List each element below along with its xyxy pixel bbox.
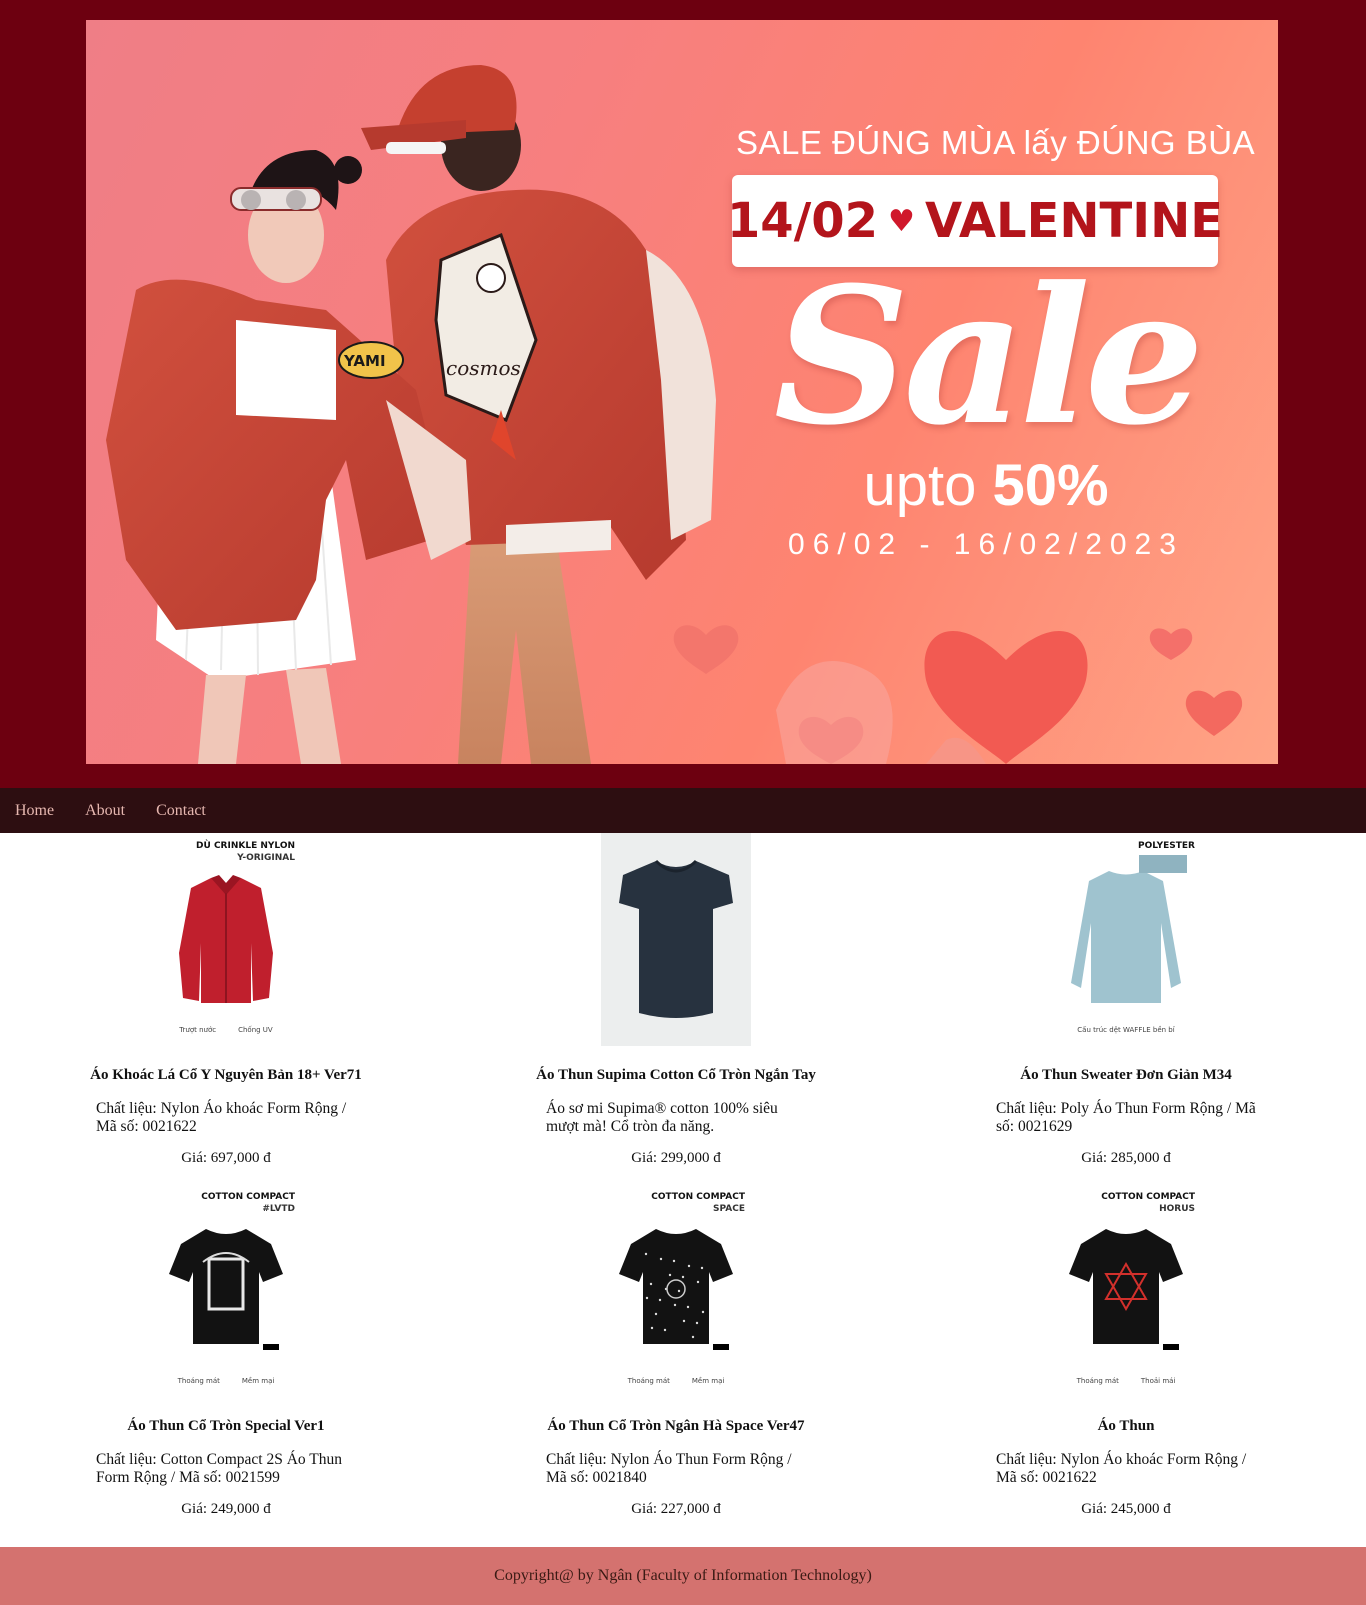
image-features: Thoáng mát Mềm mại	[151, 1377, 301, 1385]
image-subtag: #LVTD	[262, 1204, 295, 1214]
feature-label: Thoải mái	[1140, 1377, 1176, 1385]
product-price: Giá: 697,000 đ	[181, 1150, 271, 1166]
product-card[interactable]: POLYESTER Cấu trúc dệt WAFFLE bền bỉ Áo …	[901, 833, 1351, 1184]
product-name[interactable]: Áo Thun Cổ Tròn Special Ver1	[1, 1418, 451, 1435]
product-card[interactable]: Áo Thun Supima Cotton Cổ Tròn Ngắn Tay Á…	[451, 833, 901, 1184]
image-tag: DÙ CRINKLE NYLON	[196, 841, 295, 851]
feature-label: Mềm mại	[241, 1377, 275, 1385]
feature-label: Chống UV	[238, 1026, 273, 1034]
image-tag: COTTON COMPACT	[651, 1192, 745, 1202]
product-grid: DÙ CRINKLE NYLON Y-ORIGINAL Trượt nước C…	[1, 833, 1366, 1535]
feature-label: Thoáng mát	[177, 1377, 220, 1385]
product-name[interactable]: Áo Thun Cổ Tròn Ngân Hà Space Ver47	[451, 1418, 901, 1435]
product-price: Giá: 299,000 đ	[631, 1150, 721, 1166]
product-card[interactable]: DÙ CRINKLE NYLON Y-ORIGINAL Trượt nước C…	[1, 833, 451, 1184]
image-tag: COTTON COMPACT	[1101, 1192, 1195, 1202]
product-description: Chất liệu: Poly Áo Thun Form Rộng / Mã s…	[996, 1100, 1256, 1135]
product-image[interactable]: COTTON COMPACT HORUS Thoáng mát Thoải má…	[1051, 1184, 1201, 1397]
image-tag: COTTON COMPACT	[201, 1192, 295, 1202]
product-image[interactable]: COTTON COMPACT #LVTD Thoáng mát Mềm mại	[151, 1184, 301, 1397]
product-name[interactable]: Áo Thun Supima Cotton Cổ Tròn Ngắn Tay	[451, 1067, 901, 1084]
product-price: Giá: 249,000 đ	[181, 1501, 271, 1517]
image-features: Thoáng mát Mềm mại	[601, 1377, 751, 1385]
product-description: Chất liệu: Nylon Áo khoác Form Rộng / Mã…	[996, 1451, 1247, 1486]
nav-home[interactable]: Home	[15, 802, 54, 820]
main-nav: Home About Contact	[0, 788, 1366, 833]
image-subtag: SPACE	[713, 1204, 745, 1214]
product-card[interactable]: COTTON COMPACT #LVTD Thoáng mát Mềm mại …	[1, 1184, 451, 1535]
hearts-decoration	[673, 625, 1243, 764]
nav-contact[interactable]: Contact	[156, 802, 206, 820]
feature-label: Mềm mại	[691, 1377, 725, 1385]
image-features: Cấu trúc dệt WAFFLE bền bỉ	[1051, 1026, 1201, 1034]
product-description: Chất liệu: Nylon Áo khoác Form Rộng / Mã…	[96, 1100, 347, 1135]
feature-label: Thoáng mát	[1076, 1377, 1119, 1385]
image-tag: POLYESTER	[1138, 841, 1195, 851]
product-image[interactable]: DÙ CRINKLE NYLON Y-ORIGINAL Trượt nước C…	[151, 833, 301, 1046]
product-price: Giá: 245,000 đ	[1081, 1501, 1171, 1517]
feature-label: Trượt nước	[179, 1026, 217, 1034]
product-card[interactable]: COTTON COMPACT HORUS Thoáng mát Thoải má…	[901, 1184, 1351, 1535]
product-image[interactable]: POLYESTER Cấu trúc dệt WAFFLE bền bỉ	[1051, 833, 1201, 1046]
product-image[interactable]	[601, 833, 751, 1046]
product-description: Áo sơ mi Supima® cotton 100% siêu mượt m…	[546, 1100, 778, 1135]
nav-about[interactable]: About	[85, 802, 125, 820]
product-price: Giá: 227,000 đ	[631, 1501, 721, 1517]
product-description: Chất liệu: Cotton Compact 2S Áo Thun For…	[96, 1451, 342, 1486]
image-subtag: HORUS	[1159, 1204, 1195, 1214]
product-image[interactable]: COTTON COMPACT SPACE Thoáng mát Mềm mại	[601, 1184, 751, 1397]
valentine-sale-banner[interactable]: cosmos YAMI SALE ĐÚNG MÙA lấy ĐÚNG BÙA 1…	[86, 20, 1278, 764]
feature-label: Thoáng mát	[627, 1377, 670, 1385]
hero-section: cosmos YAMI SALE ĐÚNG MÙA lấy ĐÚNG BÙA 1…	[0, 0, 1366, 788]
product-description: Chất liệu: Nylon Áo Thun Form Rộng / Mã …	[546, 1451, 792, 1486]
product-price: Giá: 285,000 đ	[1081, 1150, 1171, 1166]
footer: Copyright@ by Ngân (Faculty of Informati…	[0, 1547, 1366, 1605]
image-features: Thoáng mát Thoải mái	[1051, 1377, 1201, 1385]
image-features: Trượt nước Chống UV	[151, 1026, 301, 1034]
image-subtag: Y-ORIGINAL	[237, 853, 295, 863]
copyright-text: Copyright@ by Ngân (Faculty of Informati…	[494, 1567, 872, 1584]
product-name[interactable]: Áo Thun	[901, 1418, 1351, 1435]
product-card[interactable]: COTTON COMPACT SPACE Thoáng mát Mềm mại …	[451, 1184, 901, 1535]
product-name[interactable]: Áo Thun Sweater Đơn Giản M34	[901, 1067, 1351, 1084]
product-name[interactable]: Áo Khoác Lá Cổ Y Nguyên Bản 18+ Ver71	[1, 1067, 451, 1084]
feature-label: Cấu trúc dệt WAFFLE bền bỉ	[1077, 1026, 1175, 1034]
